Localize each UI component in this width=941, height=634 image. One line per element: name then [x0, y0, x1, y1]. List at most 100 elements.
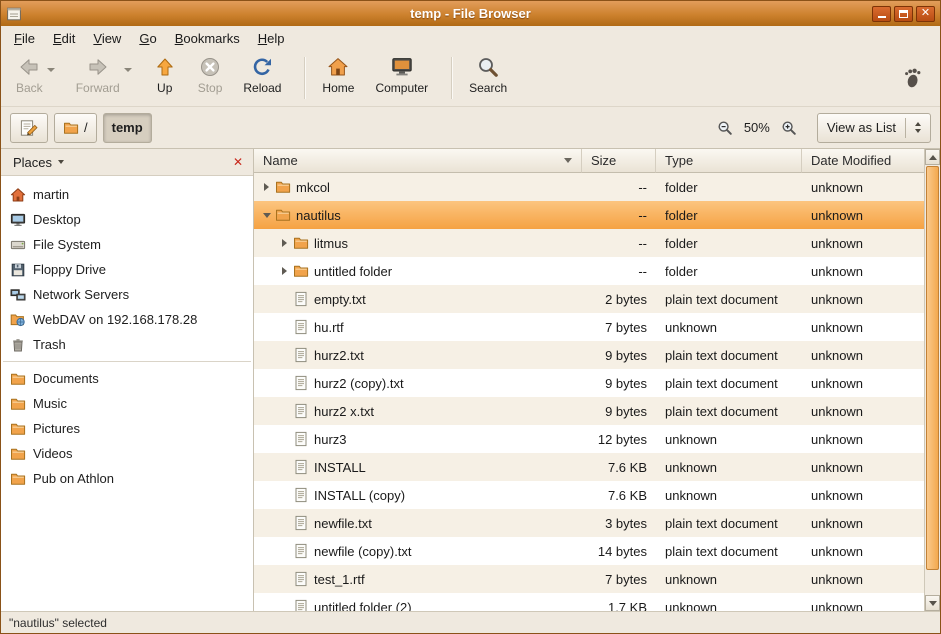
scroll-down-button[interactable] [925, 595, 940, 611]
file-row[interactable]: nautilus--folderunknown [254, 201, 924, 229]
expander-collapsed-icon[interactable] [277, 267, 292, 275]
zoom-in-button[interactable] [779, 118, 799, 138]
edit-location-icon [19, 118, 39, 138]
file-type: plain text document [656, 404, 802, 419]
view-mode-select[interactable]: View as List [817, 113, 931, 143]
menu-item-view[interactable]: View [84, 28, 130, 49]
file-row[interactable]: newfile (copy).txt14 bytesplain text doc… [254, 537, 924, 565]
scrollbar-track[interactable] [925, 165, 940, 595]
row-indent [257, 383, 277, 384]
file-row[interactable]: hurz2 (copy).txt9 bytesplain text docume… [254, 369, 924, 397]
chevron-down-icon[interactable] [124, 68, 132, 72]
file-date: unknown [802, 376, 924, 391]
sidebar-item-label: File System [33, 237, 101, 252]
sidebar-item-webdav-on-192-168-178-28[interactable]: WebDAV on 192.168.178.28 [1, 307, 253, 332]
menu-item-file[interactable]: File [5, 28, 44, 49]
sidebar-item-desktop[interactable]: Desktop [1, 207, 253, 232]
toolbar-button-label: Up [157, 81, 172, 95]
sidebar-item-pictures[interactable]: Pictures [1, 416, 253, 441]
zoom-out-button[interactable] [715, 118, 735, 138]
toolbar-button-home[interactable]: Home [315, 52, 361, 104]
sidebar-item-pub-on-athlon[interactable]: Pub on Athlon [1, 466, 253, 491]
row-indent [257, 327, 277, 328]
column-header-name[interactable]: Name [254, 149, 582, 173]
close-icon [921, 8, 930, 19]
file-row[interactable]: untitled folder (2)1.7 KBunknownunknown [254, 593, 924, 611]
file-row[interactable]: mkcol--folderunknown [254, 173, 924, 201]
file-row[interactable]: empty.txt2 bytesplain text documentunkno… [254, 285, 924, 313]
file-row[interactable]: hurz2.txt9 bytesplain text documentunkno… [254, 341, 924, 369]
path-root-label: / [84, 120, 88, 135]
places-selector[interactable]: Places [7, 153, 70, 172]
view-mode-value: View as List [827, 120, 896, 135]
sidebar-item-file-system[interactable]: File System [1, 232, 253, 257]
column-header-date-modified[interactable]: Date Modified [802, 149, 924, 173]
expander-expanded-icon[interactable] [259, 213, 274, 218]
file-type: unknown [656, 572, 802, 587]
toolbar-button-computer[interactable]: Computer [368, 52, 435, 104]
sidebar-item-martin[interactable]: martin [1, 182, 253, 207]
chevron-down-icon[interactable] [47, 68, 55, 72]
file-date: unknown [802, 516, 924, 531]
sidebar-item-floppy-drive[interactable]: Floppy Drive [1, 257, 253, 282]
chevron-up-icon [915, 122, 921, 126]
folder-icon [10, 396, 26, 412]
file-row[interactable]: litmus--folderunknown [254, 229, 924, 257]
file-size: 2 bytes [582, 292, 656, 307]
file-row[interactable]: INSTALL7.6 KBunknownunknown [254, 453, 924, 481]
sidebar-item-network-servers[interactable]: Network Servers [1, 282, 253, 307]
expander-collapsed-icon[interactable] [277, 239, 292, 247]
maximize-icon [899, 10, 908, 18]
file-type: plain text document [656, 516, 802, 531]
file-row[interactable]: test_1.rtf7 bytesunknownunknown [254, 565, 924, 593]
toolbar-button-back[interactable]: Back [9, 52, 62, 104]
folder-icon [275, 179, 291, 195]
toolbar-button-search[interactable]: Search [462, 52, 514, 104]
column-header-label: Type [665, 153, 693, 168]
sidebar-close-button[interactable] [229, 154, 247, 170]
file-date: unknown [802, 320, 924, 335]
file-name-cell: mkcol [254, 179, 582, 195]
titlebar[interactable]: temp - File Browser [1, 1, 940, 26]
filesystem-drive-icon [10, 237, 26, 253]
file-row[interactable]: INSTALL (copy)7.6 KBunknownunknown [254, 481, 924, 509]
close-button[interactable] [916, 6, 935, 22]
toolbar-button-stop[interactable]: Stop [191, 52, 230, 104]
file-row[interactable]: hurz312 bytesunknownunknown [254, 425, 924, 453]
file-row[interactable]: hurz2 x.txt9 bytesplain text documentunk… [254, 397, 924, 425]
menu-item-edit[interactable]: Edit [44, 28, 84, 49]
edit-location-button[interactable] [10, 113, 48, 143]
path-button-root[interactable]: / [54, 113, 97, 143]
file-row[interactable]: untitled folder--folderunknown [254, 257, 924, 285]
file-row[interactable]: hu.rtf7 bytesunknownunknown [254, 313, 924, 341]
folder-icon [293, 263, 309, 279]
vertical-scrollbar[interactable] [924, 149, 940, 611]
maximize-button[interactable] [894, 6, 913, 22]
scroll-up-button[interactable] [925, 149, 940, 165]
sidebar-item-documents[interactable]: Documents [1, 366, 253, 391]
sidebar-item-music[interactable]: Music [1, 391, 253, 416]
expander-collapsed-icon[interactable] [259, 183, 274, 191]
toolbar-button-up[interactable]: Up [146, 52, 184, 104]
network-icon [10, 287, 26, 303]
column-header-size[interactable]: Size [582, 149, 656, 173]
path-current-label: temp [112, 120, 143, 135]
file-date: unknown [802, 488, 924, 503]
menu-item-help[interactable]: Help [249, 28, 294, 49]
sidebar-item-videos[interactable]: Videos [1, 441, 253, 466]
minimize-button[interactable] [872, 6, 891, 22]
file-size: 3 bytes [582, 516, 656, 531]
menu-item-bookmarks[interactable]: Bookmarks [166, 28, 249, 49]
folder-icon [10, 471, 26, 487]
file-row[interactable]: newfile.txt3 bytesplain text documentunk… [254, 509, 924, 537]
toolbar-button-reload[interactable]: Reload [236, 52, 288, 104]
path-button-temp[interactable]: temp [103, 113, 152, 143]
sidebar-item-trash[interactable]: Trash [1, 332, 253, 357]
file-name: mkcol [296, 180, 330, 195]
toolbar-button-forward[interactable]: Forward [69, 52, 139, 104]
column-header-type[interactable]: Type [656, 149, 802, 173]
sidebar-item-label: Videos [33, 446, 73, 461]
places-header: Places [1, 149, 253, 176]
menu-item-go[interactable]: Go [130, 28, 165, 49]
scrollbar-thumb[interactable] [926, 166, 939, 570]
